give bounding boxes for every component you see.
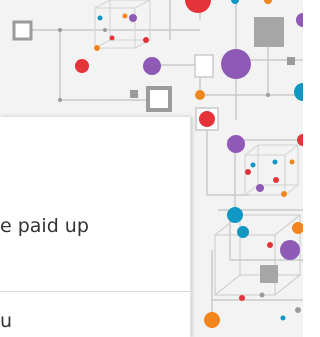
cube-wireframe-icon — [244, 144, 299, 196]
slide-canvas: e paid up u — [0, 0, 303, 337]
body-text-line: e paid up — [0, 215, 89, 237]
cube-wireframe-icon — [94, 0, 151, 49]
body-text-line: u — [0, 310, 13, 332]
card-divider — [0, 291, 190, 292]
